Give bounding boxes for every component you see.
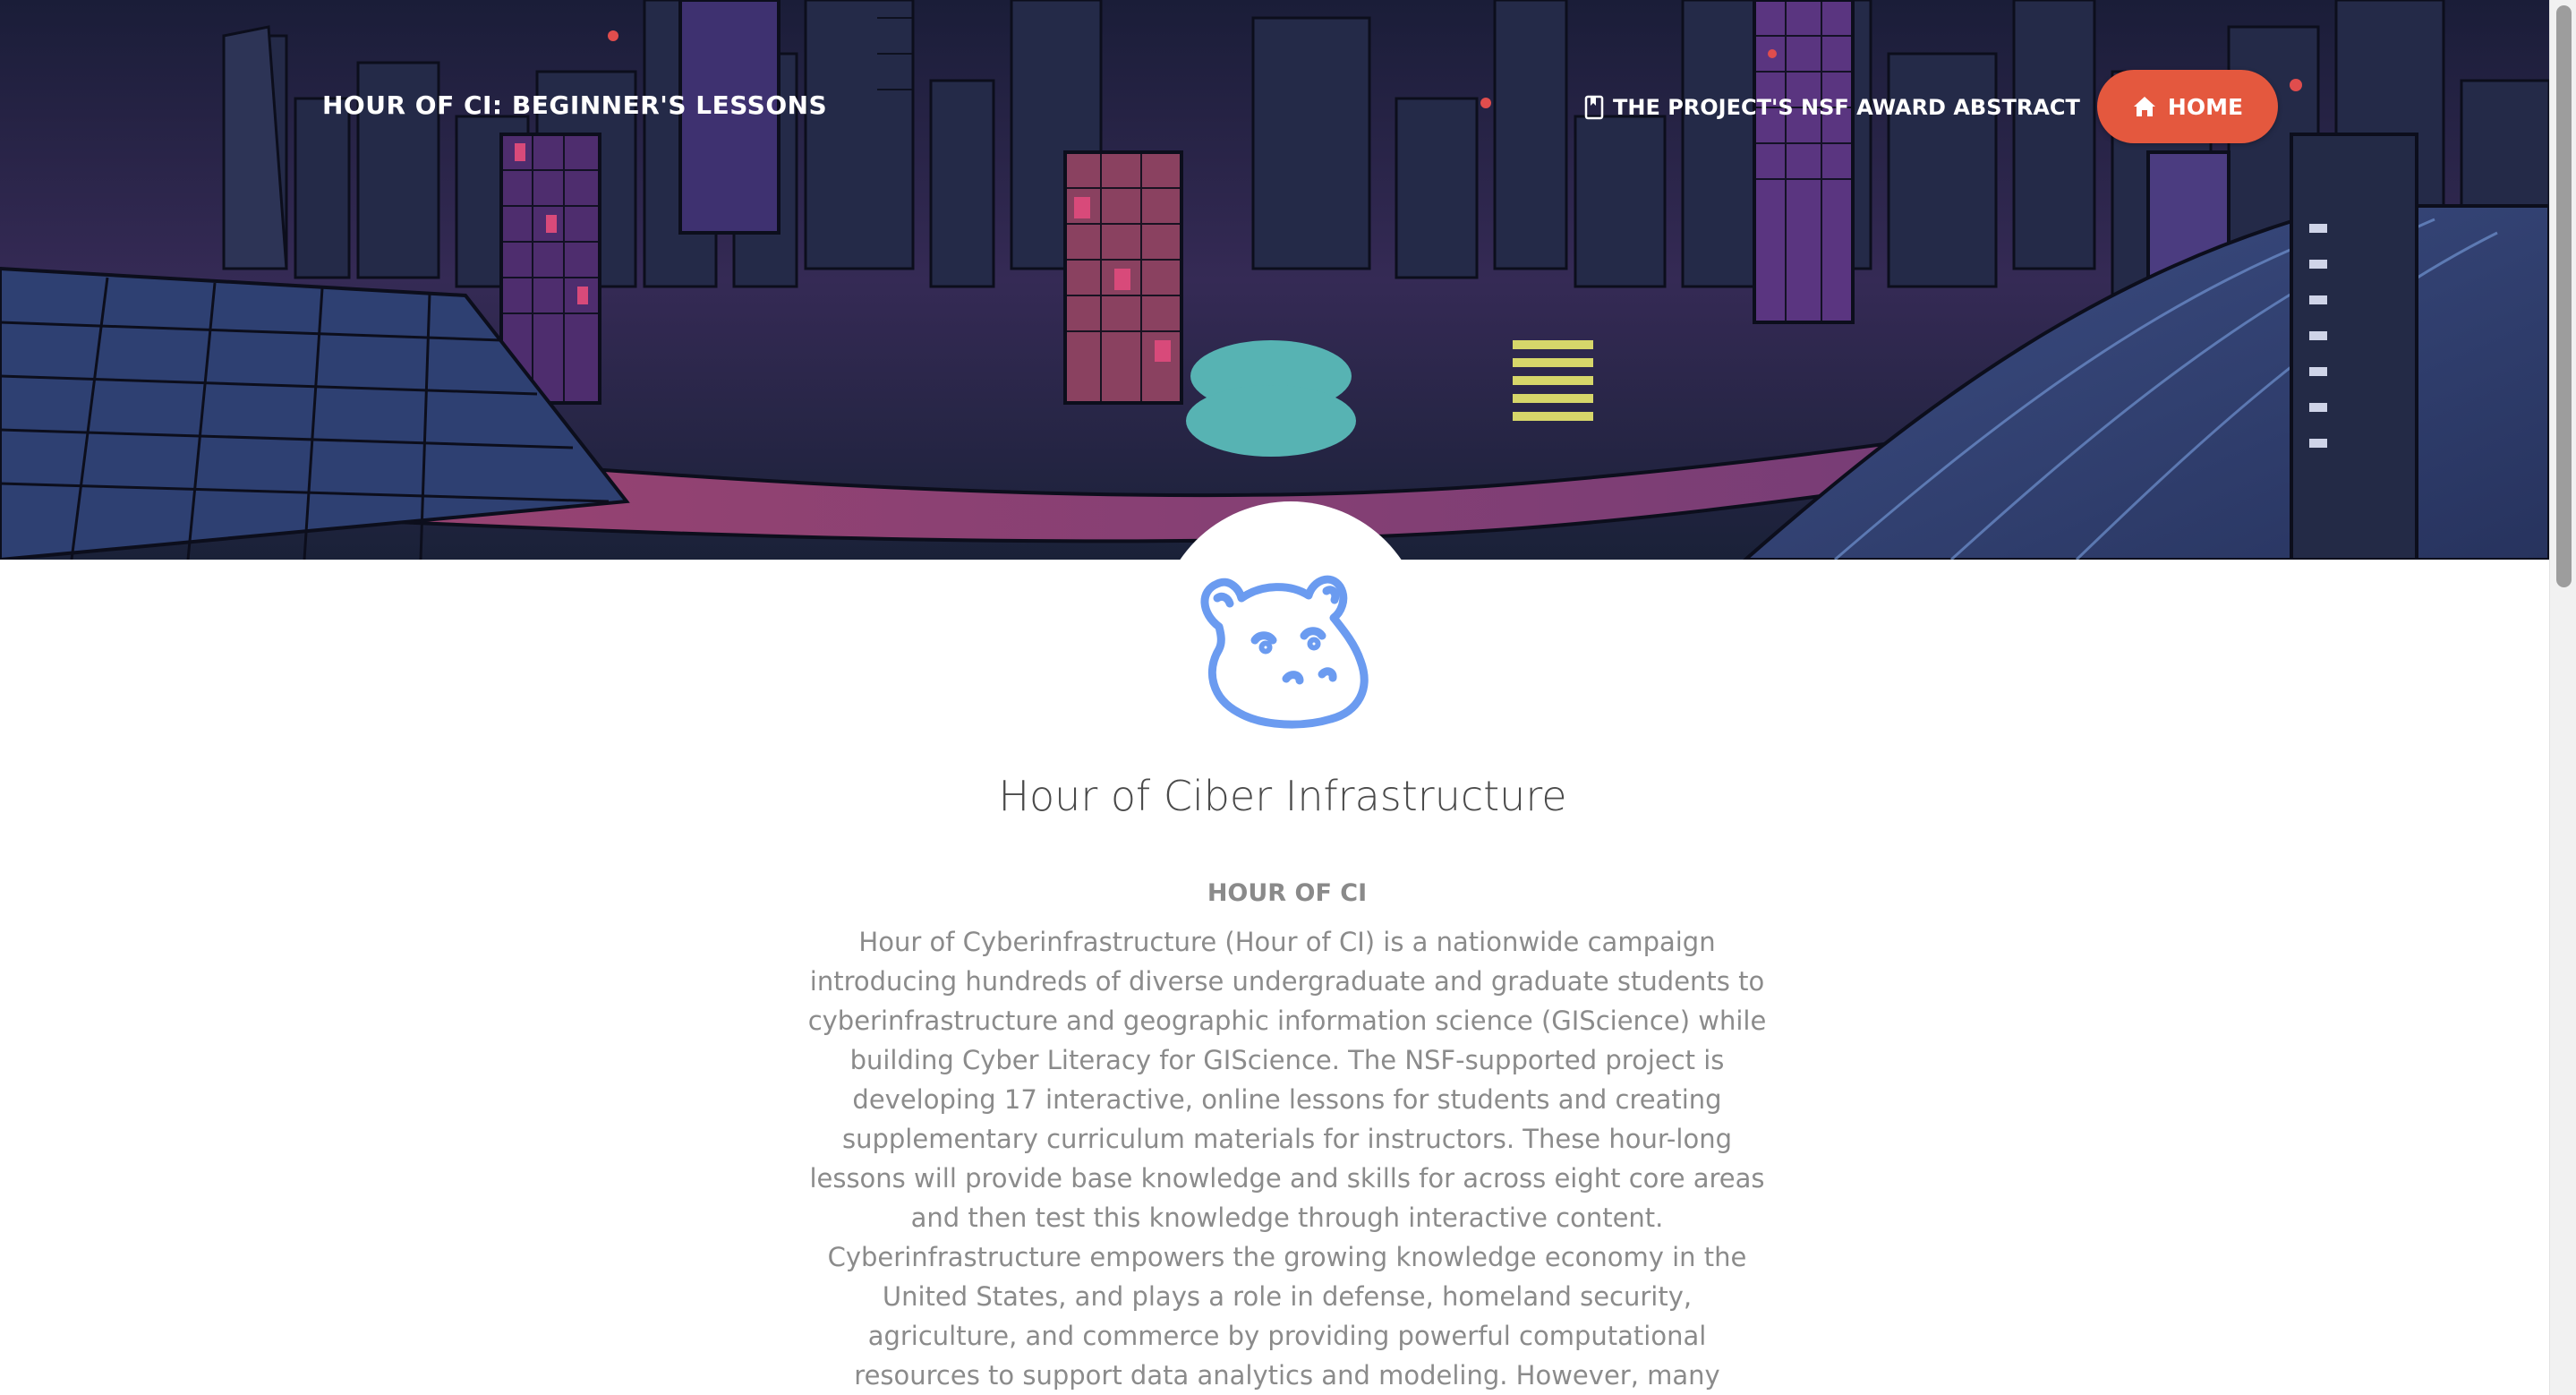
- home-button[interactable]: HOME: [2097, 70, 2278, 143]
- nsf-abstract-label: THE PROJECT'S NSF AWARD ABSTRACT: [1613, 95, 2080, 120]
- hippo-mascot-icon: [1200, 575, 1369, 729]
- nsf-abstract-link[interactable]: THE PROJECT'S NSF AWARD ABSTRACT: [1584, 90, 2080, 125]
- page: HOUR OF CI: BEGINNER'S LESSONS THE PROJE…: [0, 0, 2576, 1395]
- house-icon: [2133, 97, 2155, 116]
- avatar: [1156, 501, 1425, 770]
- scrollbar-thumb[interactable]: [2556, 5, 2572, 587]
- book-icon: [1584, 95, 1604, 120]
- page-title: Hour of Ciber Infrastructure: [998, 772, 1567, 820]
- intro-paragraph: Hour of Cyberinfrastructure (Hour of CI)…: [807, 927, 1767, 1391]
- site-brand[interactable]: HOUR OF CI: BEGINNER'S LESSONS: [322, 90, 827, 122]
- section-heading: HOUR OF CI: [1207, 879, 1368, 907]
- vertical-scrollbar[interactable]: [2549, 0, 2576, 1395]
- home-button-label: HOME: [2167, 93, 2244, 120]
